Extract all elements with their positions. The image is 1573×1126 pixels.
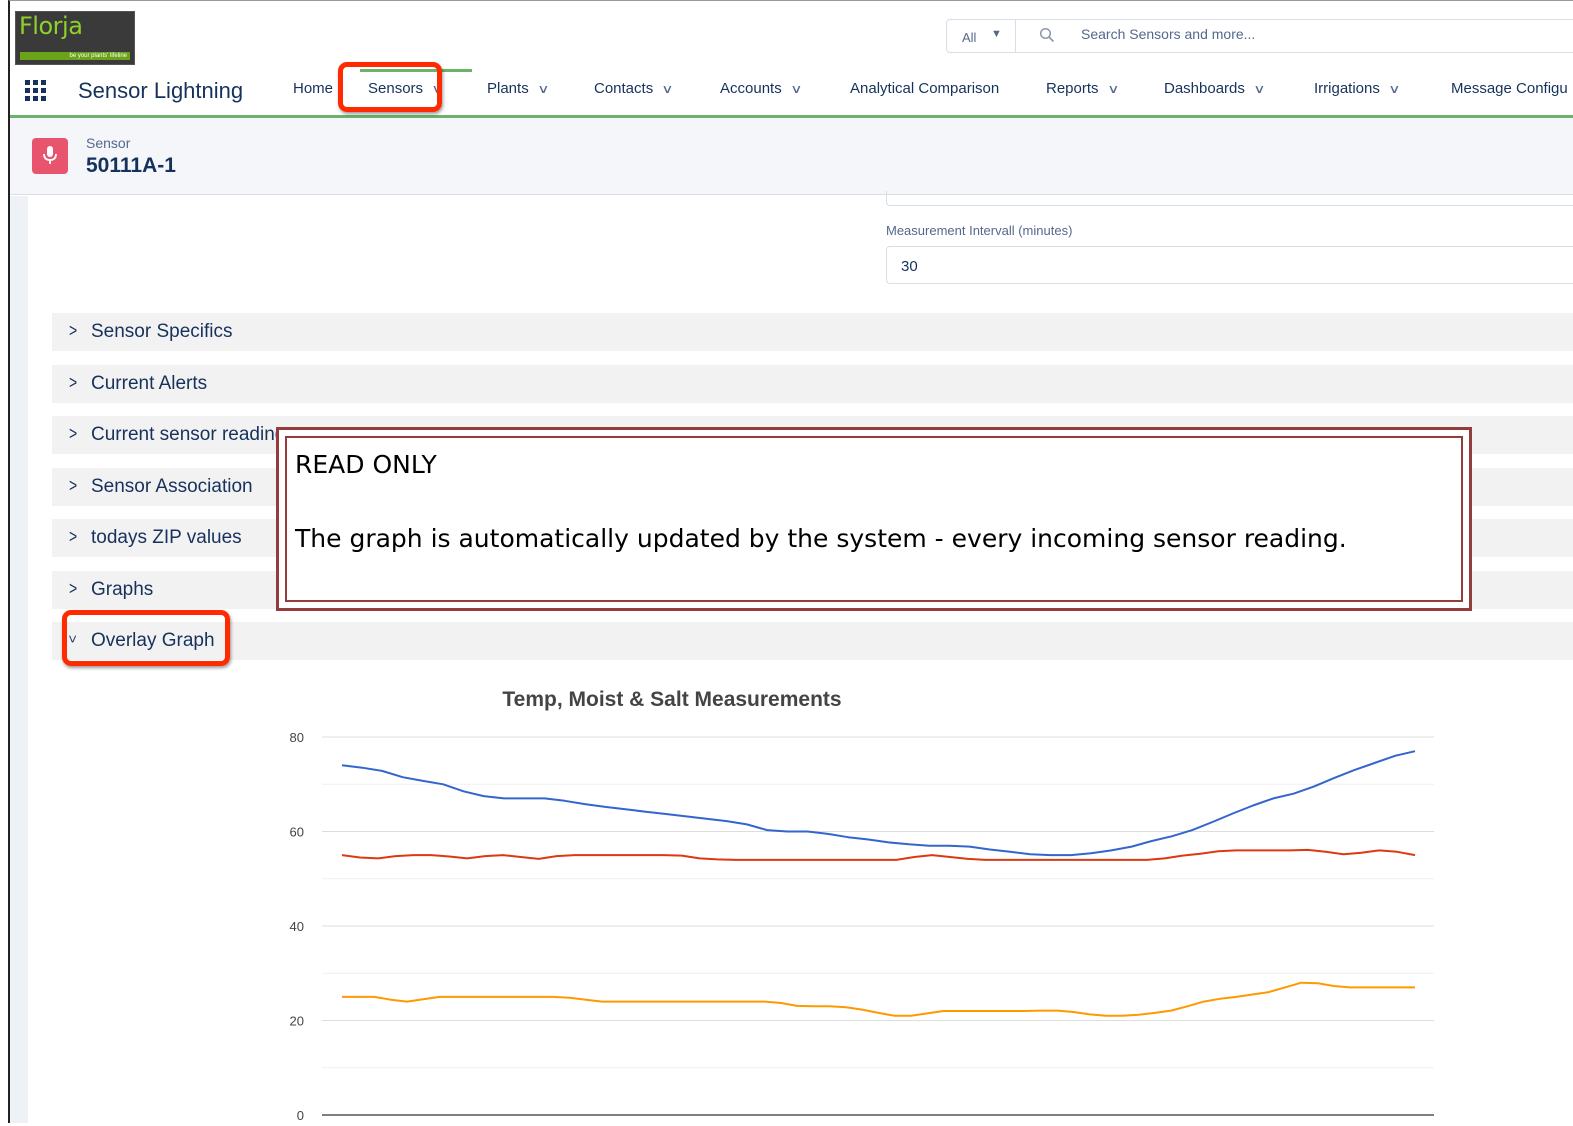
overlay-line-chart: Temp, Moist & Salt Measurements 0 20 40 60 80	[290, 688, 1434, 1123]
app-frame: Florja be your plants' lifeline All ▼ Se…	[8, 0, 1573, 1123]
chart-y-tick-label: 40	[290, 919, 304, 934]
chart-y-tick-label: 20	[290, 1014, 304, 1029]
sensors-tab-highlight	[338, 62, 442, 112]
chart-title: Temp, Moist & Salt Measurements	[502, 688, 841, 711]
chart-y-tick-label: 0	[297, 1108, 304, 1123]
chart-series-line-3	[342, 981, 1415, 1017]
chart-y-tick-label: 60	[290, 825, 304, 840]
chart-y-tick-label: 80	[290, 730, 304, 745]
chart-series-line-2	[341, 848, 1416, 861]
chart-series-line-1	[341, 750, 1416, 857]
overlay-graph-highlight	[62, 610, 230, 666]
